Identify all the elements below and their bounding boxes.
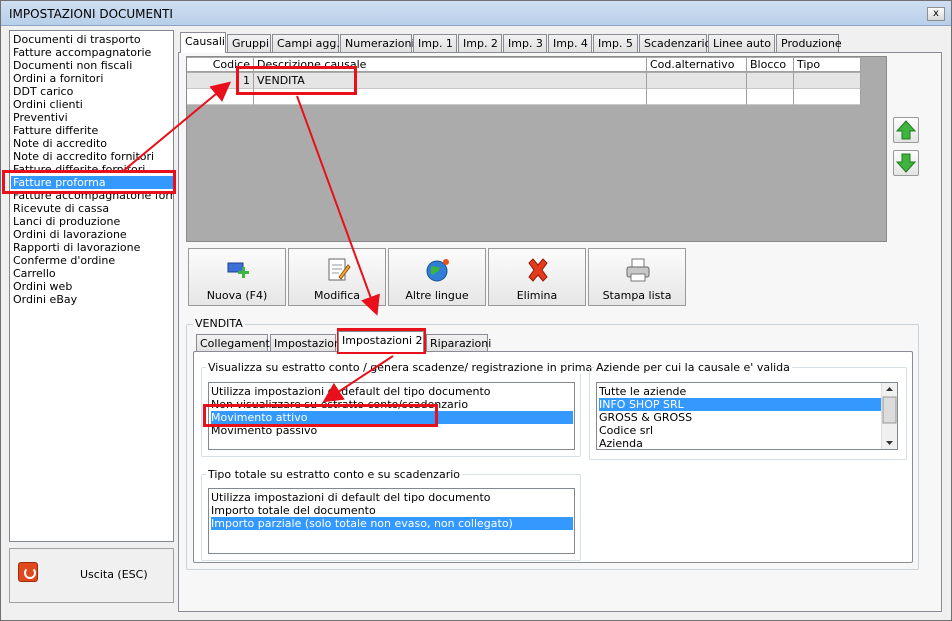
sidebar-item[interactable]: Documenti di trasporto	[13, 33, 173, 46]
close-icon: x	[933, 8, 939, 19]
detail-tab-2[interactable]: Impostazioni 2	[338, 331, 424, 352]
table-row-empty[interactable]	[747, 89, 794, 105]
new-button-label: Nuova (F4)	[206, 289, 268, 302]
aziende-listbox[interactable]: Tutte le aziende INFO SHOP SRL GROSS & GRO…	[596, 382, 898, 450]
detail-tab-3[interactable]: Riparazioni	[426, 334, 491, 351]
sidebar-item[interactable]: Preventivi	[13, 111, 173, 124]
highlight-vendita-row	[236, 66, 357, 95]
power-icon[interactable]	[18, 562, 38, 582]
detail-title: VENDITA	[193, 317, 245, 330]
tab-0[interactable]: Causali	[180, 32, 226, 53]
list-item[interactable]: GROSS & GROSS	[599, 411, 881, 424]
print-list-button[interactable]: Stampa lista	[588, 248, 686, 306]
delete-button[interactable]: Elimina	[488, 248, 586, 306]
arrow-up-icon	[895, 120, 917, 140]
delete-x-icon	[528, 258, 548, 282]
close-button[interactable]: x	[927, 7, 945, 21]
sidebar-item[interactable]: Ordini eBay	[13, 293, 173, 306]
edit-button[interactable]: Modifica	[288, 248, 386, 306]
move-up-button[interactable]	[893, 117, 919, 143]
sidebar-item[interactable]: Rapporti di lavorazione	[13, 241, 173, 254]
print-list-button-label: Stampa lista	[602, 289, 672, 302]
tab-2[interactable]: Campi agg.	[272, 34, 340, 52]
sidebar-item[interactable]: DDT carico	[13, 85, 173, 98]
document-type-list[interactable]: Documenti di trasporto Fatture accompagna…	[9, 30, 174, 542]
tab-11[interactable]: Produzione	[776, 34, 842, 52]
col-tipo[interactable]: Tipo	[794, 58, 861, 72]
aziende-scrollbar[interactable]	[881, 383, 897, 449]
sidebar-item[interactable]: Fatture accompagnatorie	[13, 46, 173, 59]
arrow-down-icon	[895, 153, 917, 173]
list-item[interactable]: Utilizza impostazioni di default del tip…	[211, 385, 573, 398]
new-button[interactable]: Nuova (F4)	[188, 248, 286, 306]
languages-button-label: Altre lingue	[405, 289, 469, 302]
printer-icon	[626, 258, 650, 282]
table-row-cell[interactable]	[747, 73, 794, 89]
tab-7[interactable]: Imp. 4	[548, 34, 592, 52]
move-down-button[interactable]	[893, 150, 919, 176]
list-item[interactable]: INFO SHOP SRL	[599, 398, 881, 411]
sidebar-item[interactable]: Ordini web	[13, 280, 173, 293]
tab-1[interactable]: Gruppi	[227, 34, 271, 52]
table-row-cell[interactable]	[794, 73, 861, 89]
tab-10[interactable]: Linee auto	[708, 34, 775, 52]
edit-button-label: Modifica	[314, 289, 360, 302]
sidebar-item[interactable]: Ricevute di cassa	[13, 202, 173, 215]
table-row-empty[interactable]	[647, 89, 747, 105]
scrollbar-arrows-icon	[882, 387, 897, 445]
exit-button[interactable]: Uscita (ESC)	[80, 568, 148, 581]
list-item[interactable]: Utilizza impostazioni di default del tip…	[211, 491, 573, 504]
sidebar-item[interactable]: Ordini clienti	[13, 98, 173, 111]
new-record-icon	[227, 262, 249, 278]
tab-6[interactable]: Imp. 3	[503, 34, 547, 52]
tab-3[interactable]: Numerazioni	[340, 34, 415, 52]
tab-5[interactable]: Imp. 2	[458, 34, 502, 52]
sidebar-item[interactable]: Note di accredito fornitori	[13, 150, 173, 163]
table-row-empty[interactable]	[794, 89, 861, 105]
sidebar-item[interactable]: Carrello	[13, 267, 173, 280]
title-bar: IMPOSTAZIONI DOCUMENTI x	[1, 1, 951, 26]
tab-8[interactable]: Imp. 5	[593, 34, 638, 52]
sidebar-item[interactable]: Note di accredito	[13, 137, 173, 150]
sidebar-item[interactable]: Ordini a fornitori	[13, 72, 173, 85]
highlight-movimento-attivo	[203, 404, 438, 427]
globe-icon	[426, 259, 449, 282]
col-cod-alternativo[interactable]: Cod.alternativo	[647, 58, 747, 72]
sidebar-item[interactable]: Conferme d'ordine	[13, 254, 173, 267]
aziende-label: Aziende per cui la causale e' valida	[594, 361, 792, 374]
detail-tab-0[interactable]: Collegamenti	[196, 334, 273, 351]
col-blocco[interactable]: Blocco	[747, 58, 794, 72]
sidebar-item[interactable]: Documenti non fiscali	[13, 59, 173, 72]
estratto-conto-label: Visualizza su estratto conto / genera sc…	[206, 361, 623, 374]
exit-area: Uscita (ESC)	[9, 548, 174, 603]
languages-button[interactable]: Altre lingue	[388, 248, 486, 306]
list-item[interactable]: Tutte le aziende	[599, 385, 881, 398]
detail-tab-1[interactable]: Impostazioni	[270, 334, 344, 351]
table-row-cell[interactable]	[647, 73, 747, 89]
list-item[interactable]: Codice srl	[599, 424, 881, 437]
delete-button-label: Elimina	[516, 289, 558, 302]
tab-4[interactable]: Imp. 1	[413, 34, 457, 52]
sidebar-item[interactable]: Lanci di produzione	[13, 215, 173, 228]
list-item[interactable]: Importo parziale (solo totale non evaso,…	[211, 517, 573, 530]
tipo-totale-listbox[interactable]: Utilizza impostazioni di default del tip…	[208, 488, 575, 554]
tipo-totale-label: Tipo totale su estratto conto e su scade…	[206, 468, 463, 481]
list-item[interactable]: Azienda	[599, 437, 881, 450]
sidebar-item[interactable]: Ordini di lavorazione	[13, 228, 173, 241]
highlight-fatture-proforma	[2, 170, 176, 194]
tab-9[interactable]: Scadenzario	[639, 34, 711, 52]
edit-document-icon	[328, 258, 351, 281]
list-item[interactable]: Importo totale del documento	[211, 504, 573, 517]
sidebar-item[interactable]: Fatture differite	[13, 124, 173, 137]
window-title: IMPOSTAZIONI DOCUMENTI	[9, 7, 173, 21]
